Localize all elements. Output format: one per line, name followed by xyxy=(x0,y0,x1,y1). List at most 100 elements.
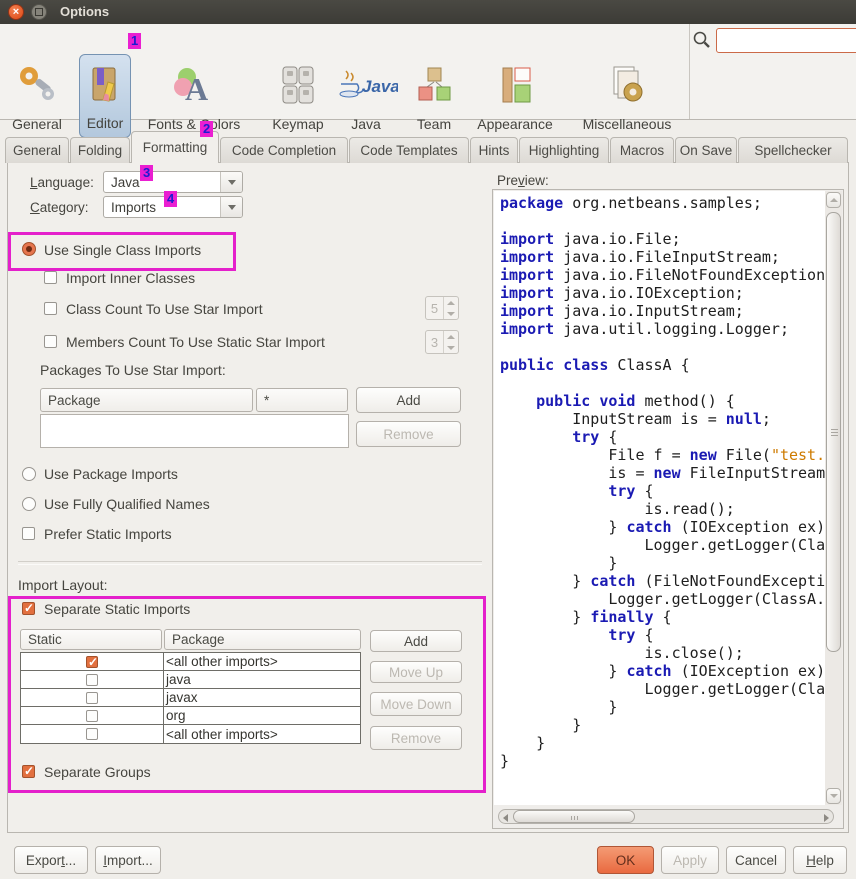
table-row[interactable]: javax xyxy=(21,689,360,707)
table-row[interactable]: java xyxy=(21,671,360,689)
tab-folding[interactable]: Folding xyxy=(70,137,130,163)
category-miscellaneous[interactable]: Miscellaneous xyxy=(568,54,686,138)
static-checkbox[interactable] xyxy=(86,656,98,668)
il-move-down-button[interactable]: Move Down xyxy=(370,692,462,716)
separate-groups-checkbox[interactable] xyxy=(22,765,35,778)
tab-code-templates[interactable]: Code Templates xyxy=(349,137,469,163)
category-general[interactable]: General xyxy=(6,54,68,138)
use-single-class-imports-label[interactable]: Use Single Class Imports xyxy=(44,242,201,258)
use-fqn-label[interactable]: Use Fully Qualified Names xyxy=(44,496,210,512)
chevron-down-icon[interactable] xyxy=(220,172,242,192)
static-checkbox[interactable] xyxy=(86,674,98,686)
scroll-right-icon[interactable] xyxy=(824,814,829,822)
table-row[interactable]: <all other imports> xyxy=(21,725,360,743)
maximize-icon[interactable] xyxy=(31,4,47,20)
import-layout-table[interactable]: <all other imports>javajavaxorg<all othe… xyxy=(20,652,361,744)
tab-on-save[interactable]: On Save xyxy=(675,137,737,163)
category-fonts-colors[interactable]: A Fonts & Colors xyxy=(137,54,251,138)
code-editor[interactable]: package org.netbeans.samples; import jav… xyxy=(494,191,826,805)
star-add-button[interactable]: Add xyxy=(356,387,461,413)
import-button[interactable]: Import... xyxy=(95,846,161,874)
tab-label: Hints xyxy=(479,143,510,158)
static-checkbox[interactable] xyxy=(86,692,98,704)
language-label: Language: xyxy=(30,175,94,190)
separate-static-imports-label[interactable]: Separate Static Imports xyxy=(44,601,190,617)
appearance-icon xyxy=(495,54,535,116)
class-count-checkbox[interactable] xyxy=(44,302,57,315)
tab-hints[interactable]: Hints xyxy=(470,137,518,163)
il-remove-button[interactable]: Remove xyxy=(370,726,462,750)
close-icon[interactable]: × xyxy=(8,4,24,20)
tab-code-completion[interactable]: Code Completion xyxy=(220,137,348,163)
use-package-imports-label[interactable]: Use Package Imports xyxy=(44,466,178,482)
il-add-button[interactable]: Add xyxy=(370,630,462,652)
search-input[interactable] xyxy=(716,28,856,53)
scroll-up-icon[interactable] xyxy=(826,192,841,208)
il-header-package[interactable]: Package xyxy=(164,629,361,650)
badge-4: 4 xyxy=(164,191,177,207)
package-cell[interactable]: javax xyxy=(164,689,360,706)
package-cell[interactable]: java xyxy=(164,671,360,688)
static-checkbox[interactable] xyxy=(86,710,98,722)
category-keymap[interactable]: Keymap xyxy=(262,54,334,138)
import-inner-classes-label[interactable]: Import Inner Classes xyxy=(66,270,195,286)
horizontal-scrollbar[interactable] xyxy=(498,809,834,824)
static-checkbox[interactable] xyxy=(86,728,98,740)
java-icon: Java xyxy=(334,54,398,116)
vertical-scroll-thumb[interactable] xyxy=(826,212,841,652)
members-count-spinner[interactable]: 3 xyxy=(425,330,459,354)
spinner-arrows[interactable] xyxy=(443,297,458,319)
star-table-header-package[interactable]: Package xyxy=(40,388,253,412)
tab-general[interactable]: General xyxy=(5,137,69,163)
class-count-spinner[interactable]: 5 xyxy=(425,296,459,320)
static-cell[interactable] xyxy=(21,653,164,670)
package-cell[interactable]: <all other imports> xyxy=(164,725,360,743)
category-appearance[interactable]: Appearance xyxy=(465,54,565,138)
star-remove-button[interactable]: Remove xyxy=(356,421,461,447)
tab-highlighting[interactable]: Highlighting xyxy=(519,137,609,163)
help-button[interactable]: Help xyxy=(793,846,847,874)
category-team[interactable]: Team xyxy=(405,54,463,138)
language-dropdown[interactable]: Java xyxy=(103,171,243,193)
package-cell[interactable]: org xyxy=(164,707,360,724)
separate-groups-label[interactable]: Separate Groups xyxy=(44,764,151,780)
spinner-arrows[interactable] xyxy=(443,331,458,353)
use-single-class-imports-radio[interactable] xyxy=(22,242,36,256)
title-bar[interactable]: × Options xyxy=(0,0,856,25)
separate-static-imports-checkbox[interactable] xyxy=(22,602,35,615)
scroll-down-icon[interactable] xyxy=(826,788,841,804)
tab-label: Macros xyxy=(620,143,664,158)
horizontal-scroll-thumb[interactable] xyxy=(513,810,635,823)
star-import-table[interactable] xyxy=(40,414,349,448)
star-table-header-star[interactable]: * xyxy=(256,388,348,412)
category-java[interactable]: Java Java xyxy=(334,54,398,138)
vertical-scrollbar[interactable] xyxy=(825,191,842,805)
tab-spellchecker[interactable]: Spellchecker xyxy=(738,137,848,163)
prefer-static-checkbox[interactable] xyxy=(22,527,35,540)
category-editor[interactable]: Editor xyxy=(79,54,131,138)
import-inner-classes-checkbox[interactable] xyxy=(44,271,57,284)
static-cell[interactable] xyxy=(21,707,164,724)
tab-macros[interactable]: Macros xyxy=(610,137,674,163)
badge-1: 1 xyxy=(128,33,141,49)
static-cell[interactable] xyxy=(21,671,164,688)
use-fqn-radio[interactable] xyxy=(22,497,36,511)
package-cell[interactable]: <all other imports> xyxy=(164,653,360,670)
table-row[interactable]: org xyxy=(21,707,360,725)
il-header-static[interactable]: Static xyxy=(20,629,162,650)
apply-button[interactable]: Apply xyxy=(661,846,719,874)
prefer-static-label[interactable]: Prefer Static Imports xyxy=(44,526,172,542)
chevron-down-icon[interactable] xyxy=(220,197,242,217)
use-package-imports-radio[interactable] xyxy=(22,467,36,481)
static-cell[interactable] xyxy=(21,689,164,706)
il-move-up-button[interactable]: Move Up xyxy=(370,661,462,683)
scroll-left-icon[interactable] xyxy=(503,814,508,822)
static-cell[interactable] xyxy=(21,725,164,743)
members-count-checkbox[interactable] xyxy=(44,335,57,348)
export-button[interactable]: Export... xyxy=(14,846,88,874)
table-row[interactable]: <all other imports> xyxy=(21,653,360,671)
ok-button[interactable]: OK xyxy=(597,846,654,874)
class-count-label[interactable]: Class Count To Use Star Import xyxy=(66,301,263,317)
cancel-button[interactable]: Cancel xyxy=(726,846,786,874)
members-count-label[interactable]: Members Count To Use Static Star Import xyxy=(66,334,325,350)
